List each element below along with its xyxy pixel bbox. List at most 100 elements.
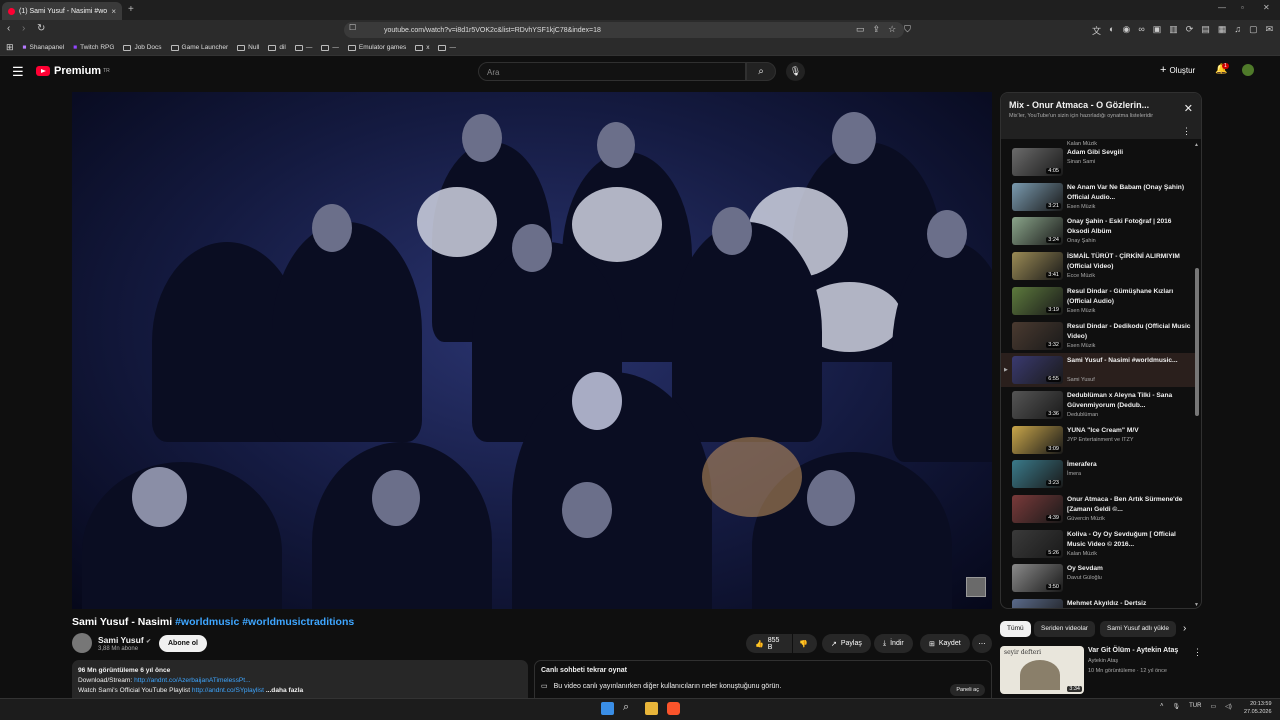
playlist-item[interactable]: ▶ 6:55 Sami Yusuf - Nasimi #worldmusic... S… — [1001, 353, 1197, 388]
chip-uploads[interactable]: Sami Yusuf adlı yükle — [1100, 621, 1176, 637]
volume-icon[interactable]: ◁) — [1225, 703, 1232, 710]
playlist-more-icon[interactable]: ⋮ — [1182, 126, 1191, 137]
youtube-logo[interactable]: Premium TR — [36, 65, 110, 77]
playlist-title[interactable]: Mix - Onur Atmaca - O Gözlerin... — [1009, 100, 1193, 110]
playlist-link[interactable]: http://andnt.co/SYplaylist — [192, 687, 264, 694]
maximize-icon[interactable]: ▫ — [1241, 3, 1244, 12]
subscribe-button[interactable]: Abone ol — [159, 635, 207, 652]
address-bar[interactable]: youtube.com/watch?v=i8d1r5VOK2c&list=RDv… — [344, 22, 904, 38]
playlist-item[interactable]: 3:36 Dedublüman x Aleyna Tilki - Sana Güv… — [1001, 388, 1197, 422]
tray-overflow-icon[interactable]: ˄ — [1160, 703, 1164, 710]
recommended-more-icon[interactable]: ⋮ — [1193, 647, 1202, 658]
playlist-thumbnail[interactable]: 3:21 — [1012, 182, 1063, 211]
tab-close-icon[interactable]: × — [111, 7, 116, 16]
extension-icon[interactable]: ∞ — [1138, 24, 1144, 37]
download-button[interactable]: ⤓ İndir — [874, 634, 913, 653]
playlist-thumbnail[interactable]: 3:41 — [1012, 252, 1063, 281]
bookmark-folder[interactable]: — — [294, 44, 312, 51]
playlist-thumbnail[interactable]: 3:36 — [1012, 390, 1063, 419]
network-icon[interactable]: ▭ — [1210, 703, 1216, 710]
bookmark-folder[interactable]: x — [415, 44, 429, 51]
music-icon[interactable]: ♫ — [1234, 24, 1241, 37]
new-tab-icon[interactable]: + — [128, 4, 134, 15]
voice-search-icon[interactable]: 🎙 — [786, 62, 805, 81]
open-panel-button[interactable]: Paneli aç — [950, 684, 985, 696]
file-explorer-icon[interactable] — [645, 702, 658, 715]
cast-icon[interactable]: ▭ — [856, 24, 865, 35]
playlist-item[interactable]: 3:41 İSMAİL TÜRÜT - ÇİRKİNİ ALIRMIYIM (Of… — [1001, 249, 1197, 283]
playlist-item[interactable]: 3:32 Resul Dindar - Dedikodu (Official Mu… — [1001, 319, 1197, 353]
bookmark-icon[interactable]: ☐ — [349, 23, 356, 32]
favorite-star-icon[interactable]: ☆ — [888, 24, 896, 35]
playlist-thumbnail[interactable] — [1012, 599, 1063, 608]
window-close-icon[interactable]: ✕ — [1263, 3, 1270, 12]
playlist-item[interactable]: 3:21 Ne Anam Var Ne Babam (Onay Şahin) Of… — [1001, 180, 1197, 214]
playlist-thumbnail[interactable]: 4:39 — [1012, 495, 1063, 523]
bookmark-folder[interactable]: Job Docs — [123, 44, 162, 51]
reload-icon[interactable]: ↻ — [37, 23, 45, 34]
brave-browser-icon[interactable] — [667, 702, 680, 715]
bookmark-folder[interactable]: — — [321, 44, 339, 51]
minimize-icon[interactable]: — — [1218, 3, 1226, 12]
share-button[interactable]: ↗ Paylaş — [822, 634, 871, 653]
playlist-item[interactable]: 3:50 Oy Sevdam Davut Güloğlu — [1001, 561, 1197, 595]
playlist-thumbnail[interactable]: 3:32 — [1012, 321, 1063, 350]
forward-icon[interactable]: › — [22, 23, 25, 34]
channel-avatar[interactable] — [72, 633, 92, 653]
taskbar-clock[interactable]: 20:13:59 27.05.2026 — [1244, 700, 1272, 716]
playlist-item[interactable]: 3:09 YUNA "Ice Cream" M/V JYP Entertainmen… — [1001, 423, 1197, 457]
bookmark-folder[interactable]: Null — [237, 44, 259, 51]
extension-icon[interactable]: ⟳ — [1186, 24, 1194, 37]
recommended-thumbnail[interactable]: seyir defteri 3:34 — [1000, 646, 1084, 694]
scroll-up-icon[interactable]: ▲ — [1194, 142, 1199, 148]
channel-name[interactable]: Sami Yusuf ✔ — [98, 635, 151, 645]
bookmark-folder[interactable]: dil — [268, 44, 286, 51]
translate-icon[interactable]: 文 — [1092, 24, 1101, 37]
playlist-thumbnail[interactable]: 4:05 — [1012, 148, 1063, 176]
more-actions-icon[interactable]: ⋯ — [972, 634, 992, 653]
apps-grid-icon[interactable]: ⊞ — [6, 42, 14, 53]
playlist-thumbnail[interactable]: 3:19 — [1012, 286, 1063, 315]
playlist-thumbnail[interactable]: 5:26 — [1012, 529, 1063, 558]
bookmark-folder[interactable]: — — [438, 44, 456, 51]
extension-icon[interactable]: ▥ — [1169, 24, 1178, 37]
share-icon[interactable]: ⇪ — [873, 24, 881, 35]
browser-tab[interactable]: (1) Sami Yusuf - Nasimi #wo × — [2, 2, 122, 20]
playlist-scrollbar[interactable] — [1195, 268, 1199, 416]
extension-icon[interactable]: ◉ — [1122, 24, 1130, 37]
hamburger-menu-icon[interactable]: ☰ — [12, 64, 24, 80]
bookmark-item[interactable]: ■ Twitch RPG — [73, 44, 114, 51]
bookmark-folder[interactable]: Emulator games — [347, 44, 406, 51]
save-button[interactable]: ⊞ Kaydet — [920, 634, 970, 653]
chip-all[interactable]: Tümü — [1000, 621, 1031, 637]
playlist-thumbnail[interactable]: 3:50 — [1012, 564, 1063, 593]
playlist-item[interactable]: 3:19 Resul Dindar - Gümüşhane Kızları (Of… — [1001, 284, 1197, 318]
like-button[interactable]: 👍 855 B — [746, 634, 792, 653]
video-player[interactable] — [72, 92, 992, 609]
playlist-item[interactable]: 5:26 Koliva - Oy Oy Sevduğum [ Official M… — [1001, 527, 1197, 561]
playlist-item[interactable]: 3:24 Onay Şahin - Eski Fotoğraf | 2016 Ok… — [1001, 214, 1197, 248]
playlist-item[interactable]: Mehmet Akyıldız - Dertsiz — [1001, 596, 1197, 608]
back-icon[interactable]: ‹ — [7, 23, 10, 34]
show-more-link[interactable]: ...daha fazla — [264, 687, 303, 694]
chip-series[interactable]: Seriden videolar — [1034, 621, 1095, 637]
channel-watermark-icon[interactable] — [966, 577, 986, 597]
hashtag-links[interactable]: #worldmusic #worldmusictraditions — [175, 616, 354, 628]
playlist-item[interactable]: 4:05 Adam Gibi Sevgili Sinan Sami — [1001, 145, 1197, 179]
extension-icon[interactable]: ▤ — [1201, 24, 1210, 37]
bookmark-item[interactable]: ■ Shanapanel — [23, 44, 65, 51]
recommended-channel[interactable]: Aytekin Ataş — [1088, 658, 1118, 664]
taskbar-search-icon[interactable]: ⌕ — [623, 701, 629, 714]
playlist-item[interactable]: 4:39 Onur Atmaca - Ben Artık Sürmene'de [… — [1001, 492, 1197, 526]
playlist-thumbnail[interactable]: 3:24 — [1012, 217, 1063, 246]
extension-icon[interactable]: ▣ — [1153, 24, 1162, 37]
extension-icon[interactable]: ▦ — [1218, 24, 1227, 37]
shield-icon[interactable]: ⛉ — [904, 24, 911, 35]
search-input[interactable]: Ara — [478, 62, 746, 81]
download-link[interactable]: http://andnt.co/AzerbaijanATimelessPt... — [134, 677, 251, 684]
playlist-item[interactable]: 3:23 İmerafera İmera — [1001, 457, 1197, 491]
scroll-down-icon[interactable]: ▼ — [1194, 602, 1199, 608]
chevron-right-icon[interactable]: › — [1183, 623, 1186, 634]
dislike-button[interactable]: 👎 — [793, 634, 817, 653]
extension-icon[interactable]: ▢ — [1249, 24, 1258, 37]
